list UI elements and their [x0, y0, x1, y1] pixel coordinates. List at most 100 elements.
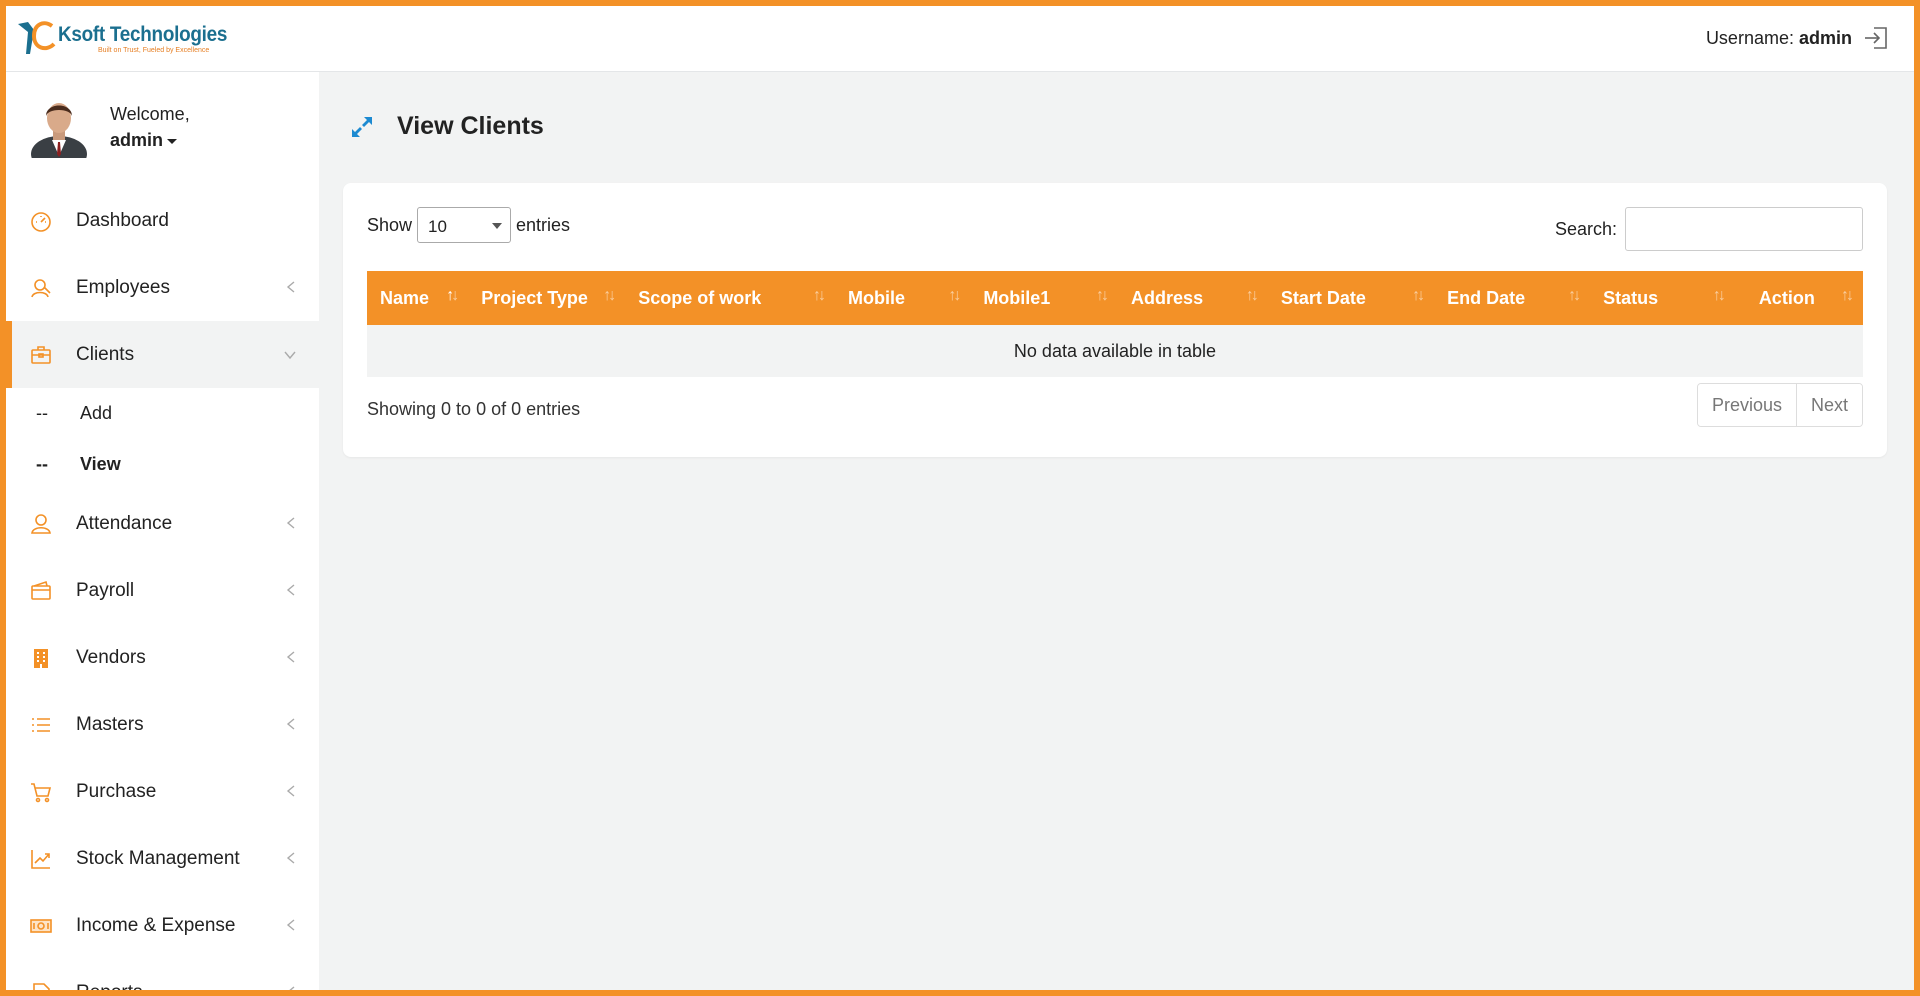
sort-icon: ↑↓ — [1412, 287, 1425, 304]
user-menu-toggle[interactable]: admin — [110, 127, 190, 153]
column-header-label: Mobile1 — [983, 287, 1051, 308]
sidebar-item-label: Masters — [76, 713, 144, 735]
sidebar-nav: Dashboard Employees Clients -- Add -- Vi… — [6, 187, 319, 996]
sidebar-item-reports[interactable]: Reports — [6, 959, 319, 996]
sidebar-item-masters[interactable]: Masters — [6, 691, 319, 758]
column-header-start-date[interactable]: Start Date ↑↓ — [1268, 271, 1434, 325]
page-title: View Clients — [397, 112, 544, 140]
chevron-left-icon — [286, 281, 295, 293]
briefcase-icon — [28, 342, 54, 368]
cart-icon — [28, 779, 54, 805]
column-header-name[interactable]: Name ↑↓ — [367, 271, 468, 325]
building-icon — [28, 645, 54, 671]
page-header: View Clients — [349, 112, 544, 141]
caret-down-icon — [167, 138, 178, 144]
dashboard-icon — [28, 208, 54, 234]
report-icon — [28, 980, 54, 990]
column-header-scope-of-work[interactable]: Scope of work ↑↓ — [625, 271, 835, 325]
column-header-end-date[interactable]: End Date ↑↓ — [1434, 271, 1590, 325]
sidebar-item-label: Stock Management — [76, 847, 240, 869]
sidebar-item-label: Employees — [76, 276, 170, 298]
column-header-label: Action — [1758, 287, 1815, 308]
sidebar-item-purchase[interactable]: Purchase — [6, 758, 319, 825]
money-icon — [28, 913, 54, 939]
sort-icon: ↑↓ — [1841, 287, 1854, 304]
chevron-left-icon — [286, 852, 295, 864]
sidebar-item-income-expense[interactable]: Income & Expense — [6, 892, 319, 959]
welcome-label: Welcome, — [110, 104, 190, 124]
sub-dash: -- — [36, 454, 48, 474]
next-button[interactable]: Next — [1795, 384, 1862, 426]
sidebar-item-label: Reports — [76, 981, 143, 996]
search-label: Search: — [1554, 218, 1617, 239]
table-row: No data available in table — [367, 325, 1863, 377]
clients-table-card: Show 10 entries Search: Name ↑↓ Project T… — [343, 183, 1887, 457]
avatar — [31, 103, 87, 158]
sidebar-item-stock-management[interactable]: Stock Management — [6, 825, 319, 892]
column-header-label: Address — [1131, 287, 1204, 308]
employees-icon — [28, 275, 54, 301]
sidebar: Welcome, admin Dashboard Employees Clien… — [6, 72, 319, 996]
table-info: Showing 0 to 0 of 0 entries — [367, 399, 581, 419]
username-value: admin — [1798, 28, 1852, 48]
entries-label: entries — [516, 214, 571, 235]
sidebar-item-label: Income & Expense — [76, 914, 236, 936]
username-label: Username: — [1705, 28, 1794, 48]
top-bar: Ksoft Technologies Built on Trust, Fuele… — [6, 6, 1914, 72]
entries-length-control: Show 10 entries — [367, 207, 570, 243]
sidebar-item-attendance[interactable]: Attendance — [6, 490, 319, 557]
search-input[interactable] — [1625, 207, 1863, 251]
sidebar-item-clients[interactable]: Clients — [6, 321, 319, 388]
sidebar-subitem-view[interactable]: -- View — [6, 439, 319, 490]
main-content: View Clients Show 10 entries Search: Nam… — [319, 72, 1914, 990]
chevron-left-icon — [286, 785, 295, 797]
brand-logo[interactable]: Ksoft Technologies Built on Trust, Fuele… — [14, 16, 246, 56]
column-header-label: Status — [1603, 287, 1659, 308]
entries-select[interactable]: 10 — [417, 207, 512, 243]
column-header-label: Name — [380, 287, 430, 308]
sidebar-item-label: Purchase — [76, 780, 157, 802]
empty-table-message: No data available in table — [367, 325, 1863, 377]
sort-icon: ↑↓ — [812, 287, 826, 304]
entries-select-value: 10 — [428, 217, 447, 236]
sort-icon: ↑↓ — [1096, 287, 1109, 304]
sidebar-subitem-add[interactable]: -- Add — [6, 388, 319, 439]
column-header-mobile1[interactable]: Mobile1 ↑↓ — [970, 271, 1118, 325]
welcome-block: Welcome, admin — [30, 96, 190, 158]
logout-icon[interactable] — [1862, 24, 1890, 52]
column-header-mobile[interactable]: Mobile ↑↓ — [835, 271, 970, 325]
sidebar-item-vendors[interactable]: Vendors — [6, 624, 319, 691]
column-header-label: Scope of work — [638, 287, 762, 308]
sort-icon: ↑↓ — [1568, 287, 1581, 304]
expand-icon[interactable] — [349, 114, 375, 140]
sort-icon: ↑↓ — [1245, 287, 1259, 304]
chevron-left-icon — [286, 919, 295, 931]
column-header-action[interactable]: Action ↑↓ — [1735, 271, 1863, 325]
chevron-down-icon — [284, 351, 296, 360]
brand-title: Ksoft Technologies — [58, 23, 228, 46]
user-icon — [28, 511, 54, 537]
column-header-label: End Date — [1447, 287, 1526, 308]
sort-icon: ↑↓ — [1712, 287, 1726, 304]
sidebar-item-dashboard[interactable]: Dashboard — [6, 187, 319, 254]
column-header-label: Mobile — [847, 287, 905, 308]
chart-icon — [28, 846, 54, 872]
column-header-address[interactable]: Address ↑↓ — [1118, 271, 1268, 325]
sidebar-item-label: Payroll — [76, 579, 135, 601]
sidebar-item-employees[interactable]: Employees — [6, 254, 319, 321]
sidebar-item-payroll[interactable]: Payroll — [6, 557, 319, 624]
sort-icon: ↑↓ — [603, 287, 616, 304]
column-header-status[interactable]: Status ↑↓ — [1590, 271, 1735, 325]
table-header-row: Name ↑↓ Project Type ↑↓ Scope of work ↑↓ Mo… — [367, 271, 1863, 325]
search-control: Search: — [1555, 207, 1863, 251]
chevron-left-icon — [286, 584, 295, 596]
chevron-left-icon — [286, 517, 295, 529]
brand-tagline: Built on Trust, Fueled by Excellence — [98, 47, 210, 54]
previous-button[interactable]: Previous — [1697, 384, 1796, 426]
column-header-project-type[interactable]: Project Type ↑↓ — [468, 271, 625, 325]
chevron-left-icon — [286, 651, 295, 663]
sidebar-item-label: Dashboard — [76, 209, 169, 231]
list-icon — [28, 712, 54, 738]
column-header-label: Project Type — [481, 287, 588, 308]
sort-asc-icon: ↑↓ — [446, 287, 459, 304]
